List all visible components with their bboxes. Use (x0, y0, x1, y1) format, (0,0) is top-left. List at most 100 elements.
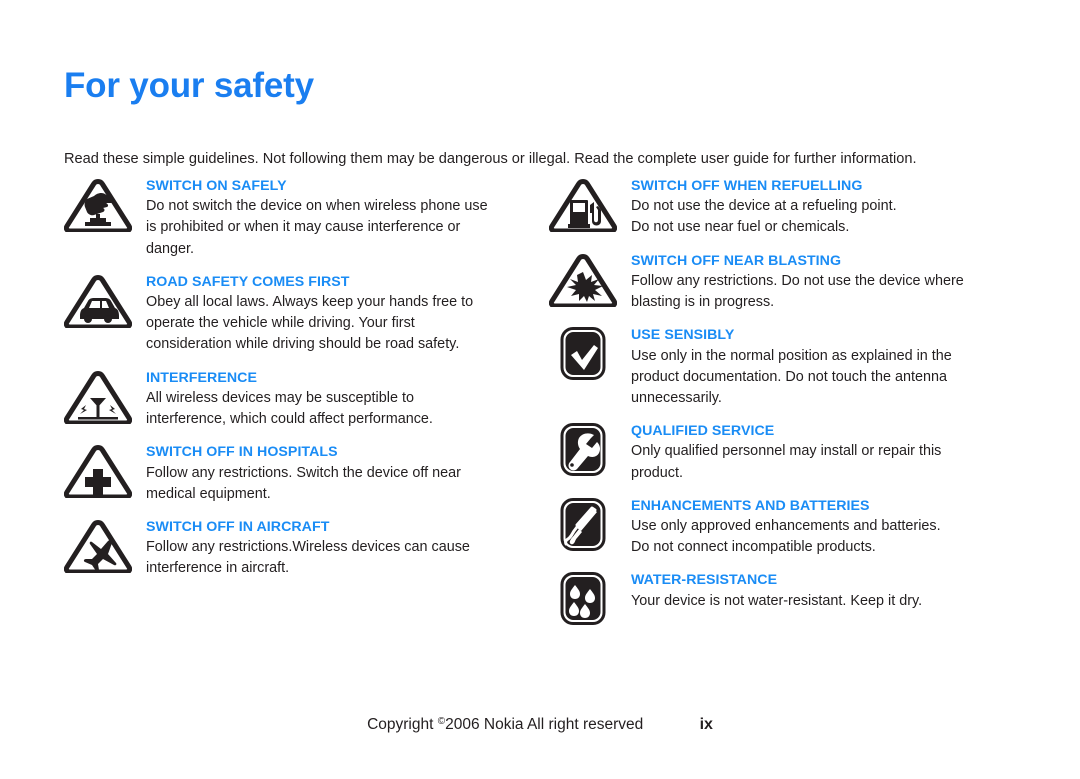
safety-item-body: SWITCH ON SAFELY Do not switch the device… (146, 178, 524, 260)
copyright-rest: 2006 Nokia All right reserved (445, 716, 644, 733)
safety-item-body: ENHANCEMENTS AND BATTERIES Use only appro… (631, 498, 1019, 559)
copyright-notice: Copyright ©2006 Nokia All right reserved (367, 716, 643, 734)
item-spacer (549, 239, 1019, 253)
safety-item-text-line: is prohibited or when it may cause inter… (146, 219, 461, 236)
warning-triangle-blasting-icon (549, 253, 617, 307)
warning-triangle-fuel-pump-icon (549, 178, 617, 232)
warning-triangle-aircraft-icon (64, 519, 132, 573)
safety-item-title: WATER-RESISTANCE (631, 572, 778, 589)
item-spacer (549, 484, 1019, 498)
safety-item-title: QUALIFIED SERVICE (631, 423, 775, 440)
safety-item-text: Do not use the device at a refueling poi… (631, 196, 1019, 238)
safety-item-text: Obey all local laws. Always keep your ha… (146, 292, 524, 356)
safety-item-text-line: Do not use near fuel or chemicals. (631, 219, 850, 236)
safety-item-text-line: danger. (146, 240, 195, 257)
item-spacer (549, 612, 1019, 626)
item-spacer (549, 409, 1019, 423)
safety-item-body: SWITCH OFF IN AIRCRAFT Follow any restric… (146, 519, 524, 580)
safety-item-title: SWITCH ON SAFELY (146, 178, 287, 194)
safety-item: ENHANCEMENTS AND BATTERIES Use only appro… (549, 497, 1019, 559)
right-column: SWITCH OFF WHEN REFUELLING Do not use the… (549, 178, 1019, 626)
safety-item-body: SWITCH OFF NEAR BLASTING Follow any restr… (631, 253, 1019, 314)
safety-item: USE SENSIBLY Use only in the normal posit… (549, 327, 1019, 409)
safety-item: SWITCH OFF IN AIRCRAFT Follow any restric… (64, 519, 524, 580)
safety-item-text: Your device is not water-resistant. Keep… (631, 591, 1019, 612)
intro-paragraph: Read these simple guidelines. Not follow… (64, 151, 917, 167)
safety-item: SWITCH OFF NEAR BLASTING Follow any restr… (549, 253, 1019, 314)
safety-item-body: USE SENSIBLY Use only in the normal posit… (631, 327, 1019, 409)
rounded-square-wrench-icon (549, 423, 617, 477)
safety-item-text-line: Follow any restrictions. Do not use the … (631, 272, 964, 289)
document-page: For your safety Read these simple guidel… (0, 0, 1080, 779)
safety-item-text-line: Only qualified personnel may install or … (631, 443, 942, 460)
item-spacer (64, 260, 524, 274)
safety-item-text-line: product. (631, 464, 683, 481)
safety-item-text-line: Do not switch the device on when wireles… (146, 198, 488, 215)
safety-item-text-line: interference in aircraft. (146, 560, 290, 577)
safety-item-title: SWITCH OFF IN HOSPITALS (146, 444, 338, 461)
safety-item-text-line: Follow any restrictions.Wireless devices… (146, 539, 470, 556)
safety-item: SWITCH ON SAFELY Do not switch the device… (64, 178, 524, 260)
page-number: ix (699, 716, 713, 733)
safety-item-text: Do not switch the device on when wireles… (146, 196, 524, 260)
item-spacer (549, 313, 1019, 327)
safety-item-text-line: All wireless devices may be susceptible … (146, 389, 414, 406)
safety-item: INTERFERENCE All wireless devices may be … (64, 370, 524, 431)
item-spacer (64, 356, 524, 370)
safety-item-body: SWITCH OFF IN HOSPITALS Follow any restri… (146, 444, 524, 505)
safety-item-text-line: interference, which could affect perform… (146, 411, 433, 428)
safety-item-text-line: Do not use the device at a refueling poi… (631, 198, 897, 215)
safety-item-text: All wireless devices may be susceptible … (146, 388, 524, 430)
safety-item-text: Follow any restrictions. Do not use the … (631, 271, 1019, 313)
rounded-square-checkmark-icon (549, 327, 617, 381)
safety-item-title: INTERFERENCE (146, 369, 257, 386)
safety-item: QUALIFIED SERVICE Only qualified personne… (549, 423, 1019, 484)
warning-triangle-switch-on-icon (64, 178, 132, 232)
safety-item: SWITCH OFF IN HOSPITALS Follow any restri… (64, 444, 524, 505)
safety-item-title: ENHANCEMENTS AND BATTERIES (631, 497, 870, 514)
warning-triangle-interference-icon (64, 370, 132, 424)
item-spacer (549, 558, 1019, 572)
rounded-square-stylus-icon (549, 497, 617, 552)
safety-item-text-line: Do not connect incompatible products. (631, 539, 876, 556)
safety-item-body: INTERFERENCE All wireless devices may be … (146, 370, 524, 431)
safety-item: SWITCH OFF WHEN REFUELLING Do not use the… (549, 178, 1019, 239)
safety-item-text-line: Obey all local laws. Always keep your ha… (146, 294, 474, 311)
safety-item-text-line: medical equipment. (146, 485, 271, 502)
safety-item-text-line: operate the vehicle while driving. Your … (146, 315, 415, 332)
safety-item-title: SWITCH OFF WHEN REFUELLING (631, 178, 863, 194)
safety-item-text: Use only approved enhancements and batte… (631, 516, 1019, 558)
safety-item-title: USE SENSIBLY (631, 327, 735, 344)
safety-item: ROAD SAFETY COMES FIRST Obey all local la… (64, 274, 524, 356)
item-spacer (64, 505, 524, 519)
safety-item-text-line: consideration while driving should be ro… (146, 336, 460, 353)
footer-inner: Copyright ©2006 Nokia All right reserved… (367, 716, 713, 734)
page-title: For your safety (64, 66, 314, 105)
safety-item-body: QUALIFIED SERVICE Only qualified personne… (631, 423, 1019, 484)
safety-item-text: Use only in the normal position as expla… (631, 346, 1019, 410)
left-column: SWITCH ON SAFELY Do not switch the device… (64, 178, 524, 594)
safety-item-text-line: Follow any restrictions. Switch the devi… (146, 464, 461, 481)
warning-triangle-hospital-icon (64, 444, 132, 499)
safety-item: WATER-RESISTANCE Your device is not water… (549, 572, 1019, 626)
safety-item-body: WATER-RESISTANCE Your device is not water… (631, 572, 1019, 611)
safety-item-body: ROAD SAFETY COMES FIRST Obey all local la… (146, 274, 524, 356)
item-spacer (64, 430, 524, 444)
safety-item-title: SWITCH OFF NEAR BLASTING (631, 252, 842, 269)
safety-item-text-line: Use only approved enhancements and batte… (631, 518, 941, 535)
safety-item-title: ROAD SAFETY COMES FIRST (146, 273, 350, 290)
page-footer: Copyright ©2006 Nokia All right reserved… (0, 716, 1080, 734)
safety-item-text-line: product documentation. Do not touch the … (631, 368, 948, 385)
safety-item-text: Follow any restrictions.Wireless devices… (146, 537, 524, 579)
safety-item-text: Follow any restrictions. Switch the devi… (146, 463, 524, 505)
item-spacer (64, 580, 524, 594)
safety-item-text-line: Your device is not water-resistant. Keep… (631, 592, 923, 609)
warning-triangle-car-icon (64, 274, 132, 328)
copyright-prefix: Copyright (367, 716, 438, 733)
safety-item-title: SWITCH OFF IN AIRCRAFT (146, 518, 330, 535)
safety-item-text-line: blasting is in progress. (631, 294, 775, 311)
safety-item-text-line: unnecessarily. (631, 389, 722, 406)
rounded-square-water-drops-icon (549, 572, 617, 626)
safety-item-body: SWITCH OFF WHEN REFUELLING Do not use the… (631, 178, 1019, 239)
copyright-symbol: © (437, 716, 446, 727)
